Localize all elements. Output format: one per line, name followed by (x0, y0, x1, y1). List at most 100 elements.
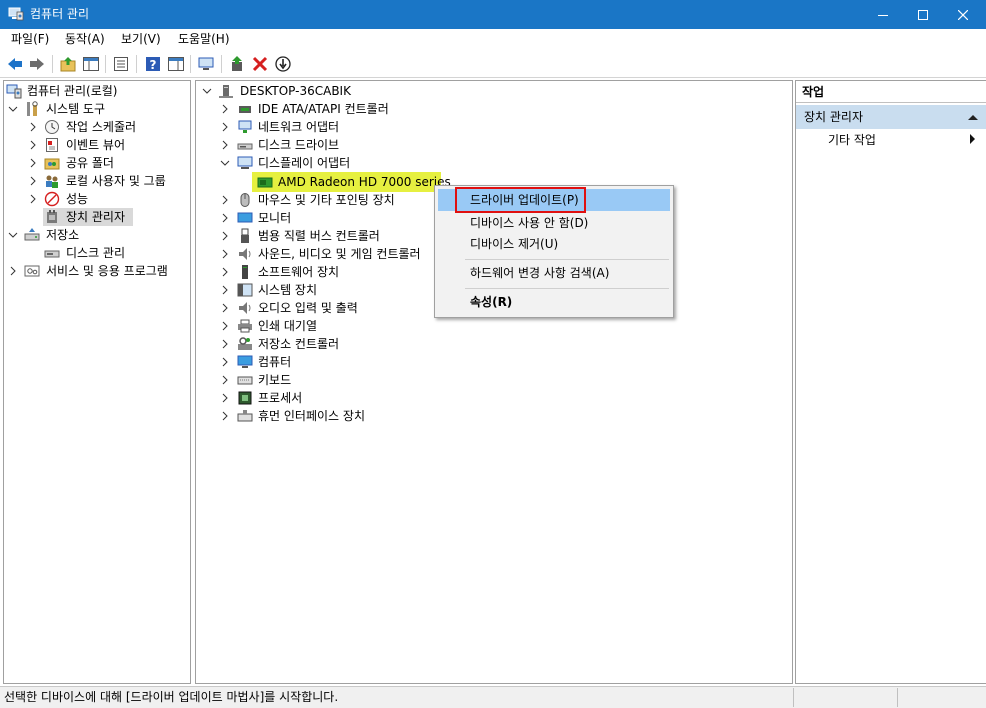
chevron-right-icon[interactable] (220, 191, 230, 209)
action-more-actions[interactable]: 기타 작업 (828, 131, 876, 149)
chevron-right-icon[interactable] (28, 154, 38, 172)
context-separator (465, 288, 669, 289)
tree-item-system-tools[interactable]: 시스템 도구 (4, 100, 190, 118)
chevron-right-icon[interactable] (220, 371, 230, 389)
performance-icon (44, 191, 60, 207)
network-adapter-icon (237, 119, 253, 135)
chevron-right-icon[interactable] (28, 118, 38, 136)
computer-management-icon (6, 83, 22, 99)
show-hide-tree-icon[interactable] (82, 55, 100, 73)
audio-io-icon (237, 300, 253, 316)
monitor-icon (237, 210, 253, 226)
clock-icon (44, 119, 60, 135)
device-category-computer[interactable]: 컴퓨터 (196, 353, 786, 371)
device-category-hid[interactable]: 휴먼 인터페이스 장치 (196, 407, 786, 425)
device-category-processor[interactable]: 프로세서 (196, 389, 786, 407)
chevron-right-icon[interactable] (28, 172, 38, 190)
context-disable-device[interactable]: 디바이스 사용 안 함(D) (438, 212, 670, 234)
device-category-label: 디스크 드라이브 (258, 138, 340, 152)
tree-item-local-users[interactable]: 로컬 사용자 및 그룹 (4, 172, 190, 190)
event-log-icon (44, 137, 60, 153)
device-category-label: 사운드, 비디오 및 게임 컨트롤러 (258, 247, 421, 261)
menu-help[interactable]: 도움말(H) (178, 32, 230, 47)
device-category-keyboard[interactable]: 키보드 (196, 371, 786, 389)
actions-title: 작업 (796, 81, 986, 103)
computer-icon (237, 354, 253, 370)
disable-device-icon[interactable] (274, 55, 292, 73)
chevron-right-icon[interactable] (220, 209, 230, 227)
device-tree: DESKTOP-36CABIK IDE ATA/ATAPI 컨트롤러 네트워크 … (195, 80, 793, 684)
chevron-right-icon[interactable] (220, 407, 230, 425)
tree-item-label: 장치 관리자 (66, 210, 126, 224)
forward-arrow-icon[interactable] (28, 55, 46, 73)
chevron-right-icon[interactable] (220, 317, 230, 335)
device-category-print-queue[interactable]: 인쇄 대기열 (196, 317, 786, 335)
device-category-label: 휴먼 인터페이스 장치 (258, 409, 365, 423)
chevron-down-icon[interactable] (8, 226, 18, 244)
chevron-right-icon[interactable] (220, 299, 230, 317)
toolbar-separator (105, 55, 106, 73)
tree-item-disk-management[interactable]: 디스크 관리 (4, 244, 190, 262)
device-category-network[interactable]: 네트워크 어댑터 (196, 118, 786, 136)
properties-icon[interactable] (112, 55, 130, 73)
device-category-label: 소프트웨어 장치 (258, 265, 340, 279)
chevron-right-icon[interactable] (220, 335, 230, 353)
tree-item-label: 작업 스케줄러 (66, 120, 137, 134)
processor-icon (237, 390, 253, 406)
menu-file[interactable]: 파일(F) (11, 32, 49, 47)
uninstall-icon[interactable] (251, 55, 269, 73)
chevron-down-icon[interactable] (8, 100, 18, 118)
chevron-right-icon[interactable] (220, 100, 230, 118)
device-category-label: 네트워크 어댑터 (258, 120, 340, 134)
tree-item-task-scheduler[interactable]: 작업 스케줄러 (4, 118, 190, 136)
submenu-arrow-icon[interactable] (970, 133, 976, 148)
back-arrow-icon[interactable] (6, 55, 24, 73)
device-category-storage-controller[interactable]: 저장소 컨트롤러 (196, 335, 786, 353)
chevron-right-icon[interactable] (220, 281, 230, 299)
device-tree-root[interactable]: DESKTOP-36CABIK (196, 82, 786, 100)
update-driver-icon[interactable] (228, 55, 246, 73)
disk-icon (44, 245, 60, 261)
context-scan-hardware[interactable]: 하드웨어 변경 사항 검색(A) (438, 262, 670, 284)
status-divider (793, 688, 794, 707)
chevron-right-icon[interactable] (220, 389, 230, 407)
device-category-disk[interactable]: 디스크 드라이브 (196, 136, 786, 154)
context-properties[interactable]: 속성(R) (438, 291, 670, 313)
chevron-right-icon[interactable] (220, 353, 230, 371)
context-uninstall-device[interactable]: 디바이스 제거(U) (438, 233, 670, 255)
menu-view[interactable]: 보기(V) (121, 32, 161, 47)
chevron-right-icon[interactable] (220, 118, 230, 136)
close-button[interactable] (940, 0, 986, 29)
tree-item-storage[interactable]: 저장소 (4, 226, 190, 244)
chevron-right-icon[interactable] (220, 227, 230, 245)
show-action-pane-icon[interactable] (167, 55, 185, 73)
device-category-display[interactable]: 디스플레이 어댑터 (196, 154, 786, 172)
storage-controller-icon (237, 336, 253, 352)
help-icon[interactable]: ? (144, 55, 162, 73)
device-category-label: 오디오 입력 및 출력 (258, 301, 358, 315)
chevron-down-icon[interactable] (202, 82, 212, 100)
actions-section-device-manager[interactable]: 장치 관리자 (796, 105, 986, 129)
chevron-right-icon[interactable] (220, 245, 230, 263)
scan-hardware-icon[interactable] (197, 55, 215, 73)
chevron-right-icon[interactable] (8, 262, 18, 280)
chevron-right-icon[interactable] (28, 136, 38, 154)
tree-item-label: 시스템 도구 (46, 102, 106, 116)
chevron-right-icon[interactable] (28, 190, 38, 208)
tree-item-services-apps[interactable]: 서비스 및 응용 프로그램 (4, 262, 190, 280)
menu-action[interactable]: 동작(A) (65, 32, 105, 47)
tree-item-shared-folders[interactable]: 공유 폴더 (4, 154, 190, 172)
device-category-ide[interactable]: IDE ATA/ATAPI 컨트롤러 (196, 100, 786, 118)
tree-item-device-manager[interactable]: 장치 관리자 (4, 208, 190, 226)
chevron-right-icon[interactable] (220, 136, 230, 154)
up-folder-icon[interactable] (59, 55, 77, 73)
title-bar: 컴퓨터 관리 (0, 0, 986, 29)
tree-item-performance[interactable]: 성능 (4, 190, 190, 208)
tree-item-label: 디스크 관리 (66, 246, 126, 260)
device-category-label: 키보드 (258, 373, 292, 387)
system-device-icon (237, 282, 253, 298)
chevron-right-icon[interactable] (220, 263, 230, 281)
tree-root[interactable]: 컴퓨터 관리(로컬) (4, 82, 190, 100)
tree-item-event-viewer[interactable]: 이벤트 뷰어 (4, 136, 190, 154)
chevron-down-icon[interactable] (220, 154, 230, 172)
